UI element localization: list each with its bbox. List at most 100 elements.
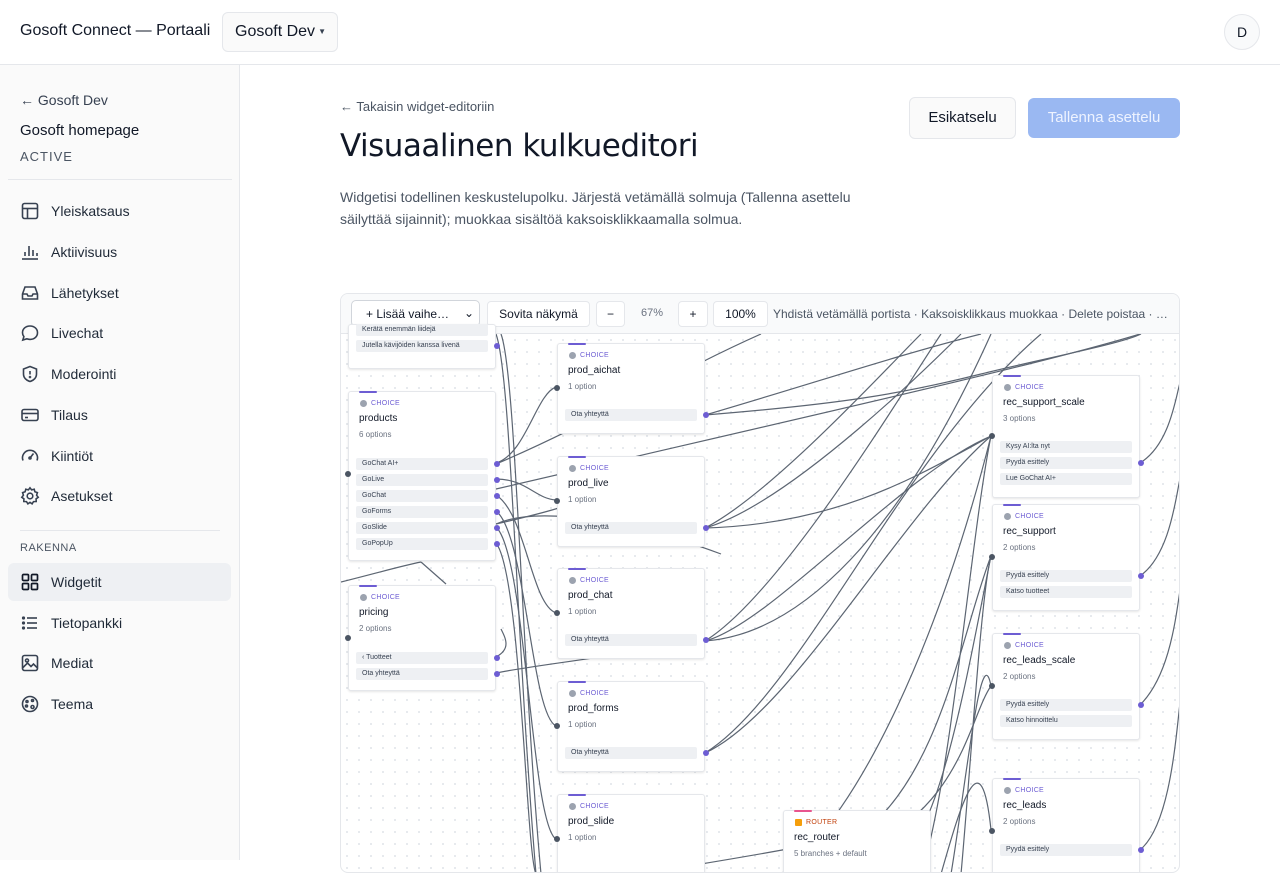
node-option[interactable]: Lue GoChat AI+ (1000, 473, 1132, 485)
option-port[interactable] (494, 655, 500, 661)
save-layout-button[interactable]: Tallenna asettelu (1028, 98, 1180, 138)
option-port[interactable] (703, 750, 709, 756)
option-port[interactable] (494, 493, 500, 499)
node-input-port[interactable] (345, 635, 351, 641)
node-input-port[interactable] (554, 610, 560, 616)
node-option[interactable]: Pyydä esittely (1000, 844, 1144, 856)
user-avatar[interactable]: D (1224, 14, 1260, 50)
option-port[interactable] (1138, 847, 1144, 853)
zoom-out-button[interactable]: − (596, 301, 625, 327)
option-port[interactable] (494, 671, 500, 677)
flow-canvas[interactable]: Kerätä enemmän liidejä Jutella kävijöide… (341, 324, 1179, 872)
flow-node-rec-leads-scale[interactable]: CHOICE rec_leads_scale 2 options Pyydä e… (989, 633, 1144, 740)
flow-node-prod-forms[interactable]: CHOICE prod_forms 1 option Ota yhteyttä (554, 681, 709, 772)
back-to-workspace-link[interactable]: ← Gosoft Dev (20, 92, 108, 108)
node-option[interactable]: Pyydä esittely (1000, 457, 1144, 469)
node-input-port[interactable] (989, 554, 995, 560)
node-option[interactable]: Kerätä enemmän liidejä (356, 324, 488, 336)
sidebar-item-tietopankki[interactable]: Tietopankki (8, 604, 231, 642)
node-name: prod_chat (568, 590, 613, 601)
option-port[interactable] (703, 637, 709, 643)
sidebar-item-label: Moderointi (51, 366, 117, 382)
add-step-select[interactable]: + Lisää vaihe… ⌄ (351, 300, 480, 327)
workspace-select[interactable]: Gosoft Dev ▼ (222, 12, 338, 52)
sidebar-item-livechat[interactable]: Livechat (8, 314, 231, 352)
node-option[interactable]: Jutella kävijöiden kanssa livenä (356, 340, 500, 352)
node-option[interactable]: GoForms (356, 506, 500, 518)
zoom-level: 67% (641, 307, 664, 319)
node-input-port[interactable] (554, 836, 560, 842)
choice-icon (569, 690, 576, 697)
option-port[interactable] (494, 509, 500, 515)
sidebar-item-tilaus[interactable]: Tilaus (8, 396, 231, 434)
node-input-port[interactable] (989, 433, 995, 439)
flow-node-prod-chat[interactable]: CHOICE prod_chat 1 option Ota yhteyttä (554, 568, 709, 659)
option-port[interactable] (494, 477, 500, 483)
choice-icon (360, 400, 367, 407)
node-option[interactable]: Kysy AI:lta nyt (1000, 441, 1132, 453)
divider (8, 179, 232, 180)
node-option[interactable]: GoChat AI+ (356, 458, 500, 470)
sidebar-item-teema[interactable]: Teema (8, 685, 231, 723)
node-input-port[interactable] (345, 471, 351, 477)
option-port[interactable] (1138, 573, 1144, 579)
node-option[interactable]: Ota yhteyttä (565, 522, 709, 534)
sidebar-item-lahetykset[interactable]: Lähetykset (8, 274, 231, 312)
flow-node-rec-support-scale[interactable]: CHOICE rec_support_scale 3 options Kysy … (989, 375, 1144, 498)
node-option[interactable]: GoPopUp (356, 538, 500, 550)
node-input-port[interactable] (989, 683, 995, 689)
flow-node-rec-leads[interactable]: CHOICE rec_leads 2 options Pyydä esittel… (989, 778, 1144, 872)
node-option[interactable]: Pyydä esittely (1000, 570, 1144, 582)
node-input-port[interactable] (554, 385, 560, 391)
node-option[interactable]: Ota yhteyttä (565, 747, 709, 759)
option-port[interactable] (1138, 702, 1144, 708)
option-port[interactable] (494, 541, 500, 547)
preview-button[interactable]: Esikatselu (909, 97, 1016, 139)
flow-node-products[interactable]: CHOICE products 6 options GoChat AI+ GoL… (345, 391, 500, 561)
flow-node-rec-support[interactable]: CHOICE rec_support 2 options Pyydä esitt… (989, 504, 1144, 611)
option-port[interactable] (494, 461, 500, 467)
node-option[interactable]: GoChat (356, 490, 500, 502)
option-port[interactable] (1138, 460, 1144, 466)
sidebar-item-kiintiot[interactable]: Kiintiöt (8, 437, 231, 475)
node-option[interactable]: Ota yhteyttä (565, 409, 709, 421)
page-title: Visuaalinen kulkueditori (340, 128, 699, 164)
node-option[interactable]: Ota yhteyttä (356, 668, 500, 680)
option-port[interactable] (494, 525, 500, 531)
flow-node-prod-live[interactable]: CHOICE prod_live 1 option Ota yhteyttä (554, 456, 709, 547)
node-input-port[interactable] (554, 498, 560, 504)
flow-node-prod-aichat[interactable]: CHOICE prod_aichat 1 option Ota yhteyttä (554, 343, 709, 434)
flow-node-prod-slide[interactable]: CHOICE prod_slide 1 option (554, 794, 705, 872)
node-input-port[interactable] (989, 828, 995, 834)
shield-icon (20, 364, 40, 384)
option-label: ‹ Tuotteet (362, 654, 392, 661)
sidebar-item-yleiskatsaus[interactable]: Yleiskatsaus (8, 192, 231, 230)
page-description: Widgetisi todellinen keskustelupolku. Jä… (340, 189, 851, 227)
fit-view-button[interactable]: Sovita näkymä (487, 301, 590, 327)
sidebar-item-moderointi[interactable]: Moderointi (8, 355, 231, 393)
option-label: Pyydä esittely (1006, 846, 1050, 853)
zoom-in-button[interactable]: + (678, 301, 708, 327)
node-option[interactable]: Katso tuotteet (1000, 586, 1132, 598)
flow-node-pricing[interactable]: CHOICE pricing 2 options ‹ Tuotteet Ota … (345, 585, 500, 691)
zoom-reset-button[interactable]: 100% (713, 301, 768, 327)
flow-node-rec-router[interactable]: ROUTER rec_router 5 branches + default (783, 810, 931, 872)
back-to-widget-editor-link[interactable]: ← Takaisin widget-editoriin (340, 99, 494, 114)
sidebar-item-mediat[interactable]: Mediat (8, 644, 231, 682)
sidebar-item-aktiivisuus[interactable]: Aktiivisuus (8, 233, 231, 271)
sidebar-item-widgetit[interactable]: Widgetit (8, 563, 231, 601)
node-option[interactable]: Ota yhteyttä (565, 634, 709, 646)
app-title[interactable]: Gosoft Connect — Portaali (20, 22, 210, 40)
option-port[interactable] (703, 412, 709, 418)
node-option[interactable]: GoLive (356, 474, 500, 486)
option-port[interactable] (494, 343, 500, 349)
node-option[interactable]: Katso hinnoittelu (1000, 715, 1132, 727)
node-input-port[interactable] (554, 723, 560, 729)
node-subtitle: 1 option (568, 720, 597, 729)
flow-node-partial[interactable]: Kerätä enemmän liidejä Jutella kävijöide… (348, 324, 500, 369)
node-option[interactable]: Pyydä esittely (1000, 699, 1144, 711)
option-port[interactable] (703, 525, 709, 531)
node-option[interactable]: GoSlide (356, 522, 500, 534)
sidebar-item-asetukset[interactable]: Asetukset (8, 477, 231, 515)
node-option[interactable]: ‹ Tuotteet (356, 652, 500, 664)
